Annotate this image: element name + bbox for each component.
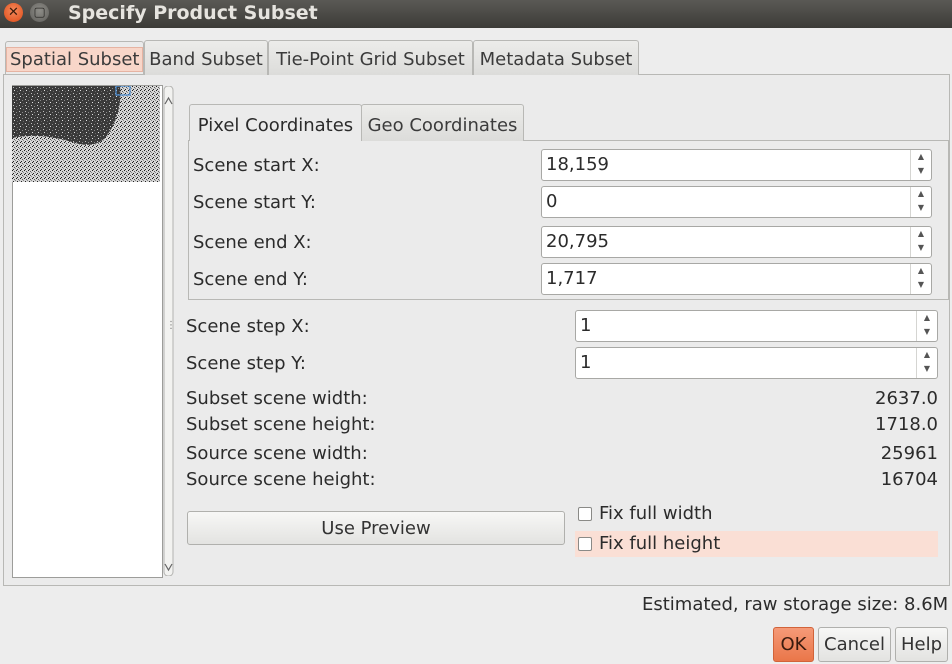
tab-pixel-coordinates[interactable]: Pixel Coordinates — [189, 104, 362, 141]
fix-full-height-label[interactable]: Fix full height — [599, 533, 720, 555]
scene-end-y-spinner[interactable]: 1,717 ▲ ▼ — [541, 263, 932, 295]
scene-step-y-spinner[interactable]: 1 ▲ ▼ — [575, 347, 938, 379]
tab-geo-coordinates[interactable]: Geo Coordinates — [361, 104, 524, 141]
spin-arrows-icon[interactable]: ▲ ▼ — [910, 150, 931, 180]
spin-arrows-icon[interactable]: ▲ ▼ — [910, 187, 931, 217]
scene-start-x-label: Scene start X: — [193, 155, 320, 176]
help-button[interactable]: Help — [895, 627, 948, 662]
source-height-value: 16704 — [880, 469, 938, 490]
cancel-button[interactable]: Cancel — [818, 627, 891, 662]
scene-end-y-label: Scene end Y: — [193, 269, 308, 290]
tab-spatial-subset[interactable]: Spatial Subset — [5, 41, 144, 74]
source-width-value: 25961 — [880, 443, 938, 464]
scene-step-x-label: Scene step X: — [186, 316, 310, 337]
fix-full-height-checkbox[interactable] — [578, 537, 592, 551]
splitter-handle[interactable]: ⋮ — [166, 320, 176, 331]
scene-start-y-spinner[interactable]: 0 ▲ ▼ — [541, 186, 932, 218]
scene-end-x-label: Scene end X: — [193, 232, 312, 253]
spin-arrows-icon[interactable]: ▲ ▼ — [916, 348, 937, 378]
title-bar: ✕ ▢ Specify Product Subset — [0, 0, 952, 28]
tab-metadata-subset[interactable]: Metadata Subset — [473, 40, 639, 75]
subset-width-value: 2637.0 — [875, 388, 938, 409]
scene-end-x-spinner[interactable]: 20,795 ▲ ▼ — [541, 226, 932, 258]
fix-full-width-label[interactable]: Fix full width — [599, 503, 713, 525]
source-width-label: Source scene width: — [186, 443, 368, 464]
tab-band-subset[interactable]: Band Subset — [144, 40, 268, 75]
storage-size-text: Estimated, raw storage size: 8.6M — [642, 594, 949, 615]
scene-start-y-label: Scene start Y: — [193, 192, 316, 213]
subset-height-value: 1718.0 — [875, 414, 938, 435]
spin-arrows-icon[interactable]: ▲ ▼ — [910, 264, 931, 294]
use-preview-button[interactable]: Use Preview — [187, 511, 565, 545]
subset-width-label: Subset scene width: — [186, 388, 368, 409]
ok-button[interactable]: OK — [773, 627, 814, 662]
close-icon[interactable]: ✕ — [4, 3, 23, 22]
fix-full-width-checkbox[interactable] — [578, 507, 592, 521]
tab-tie-point-grid-subset[interactable]: Tie-Point Grid Subset — [268, 40, 473, 75]
scene-start-x-spinner[interactable]: 18,159 ▲ ▼ — [541, 149, 932, 181]
maximize-icon[interactable]: ▢ — [30, 3, 49, 22]
spin-arrows-icon[interactable]: ▲ ▼ — [910, 227, 931, 257]
scene-step-x-spinner[interactable]: 1 ▲ ▼ — [575, 310, 938, 342]
scene-step-y-label: Scene step Y: — [186, 353, 306, 374]
thumbnail-image[interactable] — [12, 86, 160, 182]
window-title: Specify Product Subset — [68, 2, 318, 24]
spin-arrows-icon[interactable]: ▲ ▼ — [916, 311, 937, 341]
source-height-label: Source scene height: — [186, 469, 376, 490]
preview-scrollbar[interactable] — [162, 86, 174, 576]
subset-height-label: Subset scene height: — [186, 414, 376, 435]
